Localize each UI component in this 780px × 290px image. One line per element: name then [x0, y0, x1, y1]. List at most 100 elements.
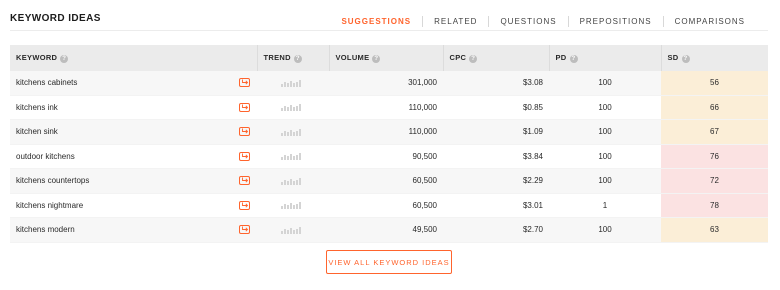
trend-cell	[257, 71, 329, 96]
pd-cell: 100	[549, 168, 661, 194]
trend-bar	[299, 226, 301, 234]
view-all-keyword-ideas-button[interactable]: VIEW ALL KEYWORD IDEAS	[326, 250, 452, 274]
trend-bar	[293, 82, 295, 87]
help-icon[interactable]: ?	[372, 54, 381, 63]
keyword-text[interactable]: kitchens ink	[16, 103, 58, 112]
trend-bar	[299, 153, 301, 161]
keyword-cell: kitchens ink	[10, 95, 257, 120]
help-icon[interactable]: ?	[469, 54, 478, 63]
trend-bar	[290, 178, 292, 185]
volume-cell: 90,500	[329, 144, 443, 169]
trend-bar	[293, 205, 295, 210]
keyword-text[interactable]: kitchens countertops	[16, 176, 89, 185]
trend-bar	[281, 181, 283, 185]
trend-bar	[299, 177, 301, 185]
column-header-keyword[interactable]: KEYWORD?	[10, 45, 258, 71]
tab-prepositions[interactable]: PREPOSITIONS	[569, 17, 663, 26]
table-row: kitchen sink 110,000 $1.09 100 67	[10, 119, 768, 145]
trend-bar	[281, 230, 283, 234]
trend-bar	[296, 204, 298, 210]
pd-cell: 100	[549, 144, 661, 169]
open-keyword-icon[interactable]	[239, 127, 250, 137]
keyword-text[interactable]: kitchens modern	[16, 225, 75, 234]
tab-related[interactable]: RELATED	[423, 17, 488, 26]
sd-cell: 78	[661, 193, 768, 218]
open-keyword-icon[interactable]	[239, 225, 250, 235]
sd-cell: 63	[661, 217, 768, 243]
trend-bar	[296, 130, 298, 136]
keyword-text[interactable]: kitchens nightmare	[16, 201, 83, 210]
column-header-cpc[interactable]: CPC?	[443, 45, 550, 71]
help-icon[interactable]: ?	[60, 54, 69, 63]
trend-sparkline	[263, 226, 323, 234]
volume-cell: 49,500	[329, 217, 443, 243]
keyword-cell: kitchens cabinets	[10, 71, 257, 96]
trend-bar	[290, 80, 292, 87]
volume-cell: 60,500	[329, 168, 443, 194]
trend-sparkline	[263, 79, 323, 87]
table-row: kitchens cabinets 301,000 $3.08 100 56	[10, 71, 768, 96]
column-header-sd[interactable]: SD?	[661, 45, 768, 71]
sd-cell: 76	[661, 144, 768, 169]
column-header-label: SD	[667, 53, 679, 63]
tab-questions[interactable]: QUESTIONS	[489, 17, 567, 26]
cpc-cell: $0.85	[443, 95, 549, 120]
trend-cell	[257, 95, 329, 120]
keyword-cell: kitchens modern	[10, 217, 257, 243]
cpc-cell: $2.70	[443, 217, 549, 243]
table-row: kitchens ink 110,000 $0.85 100 66	[10, 95, 768, 120]
column-header-pd[interactable]: PD?	[549, 45, 662, 71]
table-header-row: KEYWORD? TREND? VOLUME? CPC? PD? SD?	[10, 45, 768, 71]
help-icon[interactable]: ?	[681, 54, 690, 63]
trend-bar	[290, 203, 292, 210]
pd-cell: 100	[549, 95, 661, 120]
keyword-ideas-table: KEYWORD? TREND? VOLUME? CPC? PD? SD? kit…	[10, 45, 768, 243]
open-keyword-icon[interactable]	[239, 176, 250, 186]
trend-bar	[287, 180, 289, 185]
trend-bar	[287, 131, 289, 136]
column-header-label: PD	[555, 53, 567, 63]
help-icon[interactable]: ?	[569, 54, 578, 63]
trend-bar	[287, 107, 289, 112]
cpc-cell: $3.01	[443, 193, 549, 218]
pd-cell: 100	[549, 119, 661, 145]
trend-bar	[296, 179, 298, 185]
keyword-cell: kitchens countertops	[10, 168, 257, 194]
keyword-cell: outdoor kitchens	[10, 144, 257, 169]
pd-cell: 100	[549, 71, 661, 96]
sd-cell: 67	[661, 119, 768, 145]
table-row: kitchens countertops 60,500 $2.29 100 72	[10, 168, 768, 194]
tab-comparisons[interactable]: COMPARISONS	[664, 17, 756, 26]
open-keyword-icon[interactable]	[239, 78, 250, 88]
trend-bar	[293, 131, 295, 136]
volume-cell: 110,000	[329, 119, 443, 145]
trend-bar	[299, 79, 301, 87]
volume-cell: 301,000	[329, 71, 443, 96]
trend-bar	[287, 82, 289, 87]
open-keyword-icon[interactable]	[239, 102, 250, 112]
trend-sparkline	[263, 201, 323, 210]
open-keyword-icon[interactable]	[239, 200, 250, 210]
trend-bar	[290, 105, 292, 112]
open-keyword-icon[interactable]	[239, 151, 250, 161]
sd-cell: 66	[661, 95, 768, 120]
volume-cell: 60,500	[329, 193, 443, 218]
trend-sparkline	[263, 103, 323, 112]
trend-bar	[293, 180, 295, 185]
help-icon[interactable]: ?	[293, 54, 302, 63]
trend-bar	[293, 156, 295, 161]
trend-sparkline	[263, 152, 323, 161]
column-header-trend[interactable]: TREND?	[257, 45, 330, 71]
pd-cell: 100	[549, 217, 661, 243]
tab-suggestions[interactable]: SUGGESTIONS	[330, 17, 422, 26]
trend-sparkline	[263, 177, 323, 185]
trend-bar	[281, 132, 283, 136]
sd-cell: 72	[661, 168, 768, 194]
volume-cell: 110,000	[329, 95, 443, 120]
column-header-label: KEYWORD	[16, 53, 58, 63]
trend-bar	[287, 205, 289, 210]
column-header-volume[interactable]: VOLUME?	[329, 45, 444, 71]
keyword-text[interactable]: outdoor kitchens	[16, 152, 75, 161]
keyword-text[interactable]: kitchens cabinets	[16, 78, 77, 87]
keyword-text[interactable]: kitchen sink	[16, 127, 58, 136]
